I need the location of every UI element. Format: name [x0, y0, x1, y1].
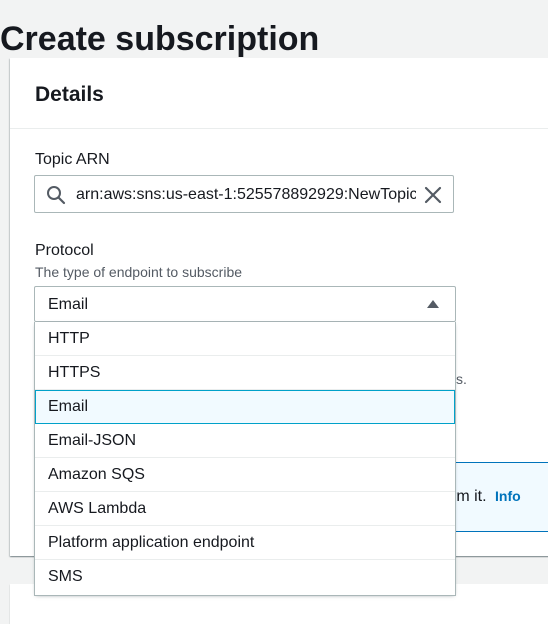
protocol-option-email[interactable]: Email: [35, 390, 455, 424]
details-panel-header: Details: [10, 58, 548, 129]
protocol-option-https[interactable]: HTTPS: [35, 356, 455, 390]
protocol-dropdown-list: HTTP HTTPS Email Email-JSON Amazon SQS A…: [34, 322, 456, 596]
protocol-select[interactable]: Email: [34, 286, 456, 322]
protocol-option-email-json[interactable]: Email-JSON: [35, 424, 455, 458]
protocol-selected-value: Email: [48, 296, 89, 313]
protocol-option-aws-lambda[interactable]: AWS Lambda: [35, 492, 455, 526]
protocol-label: Protocol: [35, 242, 94, 259]
caret-up-icon: [427, 300, 439, 308]
protocol-option-amazon-sqs[interactable]: Amazon SQS: [35, 458, 455, 492]
topic-arn-value[interactable]: arn:aws:sns:us-east-1:525578892929:NewTo…: [76, 185, 416, 205]
page-title: Create subscription: [0, 19, 320, 58]
details-heading: Details: [35, 83, 104, 106]
protocol-option-platform-application-endpoint[interactable]: Platform application endpoint: [35, 526, 455, 560]
endpoint-hint-text: s.: [456, 371, 467, 387]
topic-arn-label: Topic ARN: [35, 151, 110, 168]
protocol-option-http[interactable]: HTTP: [35, 322, 455, 356]
protocol-option-sms[interactable]: SMS: [35, 560, 455, 594]
topic-arn-search-input[interactable]: arn:aws:sns:us-east-1:525578892929:NewTo…: [34, 175, 454, 213]
search-icon: [46, 185, 66, 205]
info-link[interactable]: Info: [495, 488, 521, 504]
protocol-description: The type of endpoint to subscribe: [35, 264, 243, 280]
close-icon[interactable]: [423, 185, 443, 205]
